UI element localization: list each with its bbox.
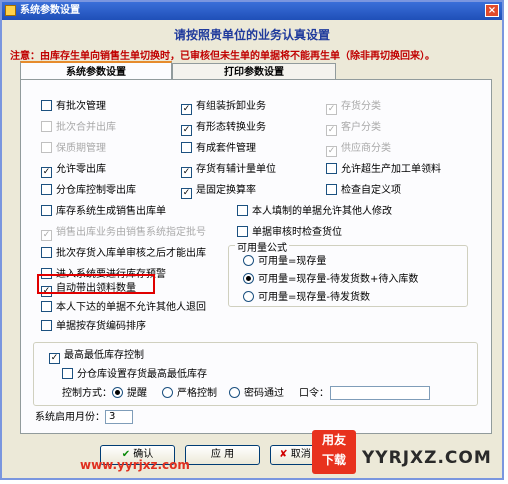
option-check-location[interactable]: 单据审核时检查货位: [237, 226, 342, 239]
close-icon[interactable]: ×: [485, 4, 499, 17]
tab-print-params[interactable]: 打印参数设置: [172, 63, 336, 80]
option-batch-merge-out[interactable]: 批次合并出库: [41, 121, 116, 134]
checkbox[interactable]: ✓: [326, 104, 337, 115]
enable-month-input[interactable]: 3: [105, 410, 133, 424]
settings-panel: 有批次管理 批次合并出库 保质期管理 ✓ 允许零出库 分仓库控制零出库 库存系统生…: [20, 79, 492, 434]
option-form-convert[interactable]: ✓ 有形态转换业务: [181, 121, 266, 136]
option-kit-mgmt[interactable]: 有成套件管理: [181, 142, 256, 155]
checkbox[interactable]: [41, 247, 52, 258]
apply-button[interactable]: 应 用: [185, 445, 260, 465]
checkbox[interactable]: ✓: [181, 104, 192, 115]
radio[interactable]: [243, 273, 254, 284]
option-partition-zero-out[interactable]: 分仓库控制零出库: [41, 184, 136, 197]
option-partition-max-min[interactable]: 分仓库设置存货最高最低库存: [62, 368, 207, 381]
window-title: 系统参数设置: [20, 5, 80, 16]
stock-control-group: ✓ 最高最低库存控制 分仓库设置存货最高最低库存 控制方式： 提醒 严格控制 密码…: [33, 342, 478, 406]
checkbox[interactable]: [62, 368, 73, 379]
notice-text: 注意：由库存生单向销售生单切换时，已审核但未生单的单据将不能再生单（除非再切换回…: [10, 51, 435, 62]
watermark-brand: YYRJXZ.COM: [362, 448, 492, 468]
control-mode-label: 控制方式：: [62, 388, 112, 399]
page-heading: 请按照贵单位的业务认真设置: [173, 28, 330, 42]
checkbox[interactable]: [41, 205, 52, 216]
formula-option-1[interactable]: 可用量=现存量: [243, 255, 326, 268]
tab-system-params[interactable]: 系统参数设置: [20, 61, 172, 80]
checkbox[interactable]: [41, 142, 52, 153]
password-label: 口令：: [299, 388, 329, 399]
checkbox[interactable]: ✓: [181, 188, 192, 199]
radio[interactable]: [243, 255, 254, 266]
cross-icon: ✘: [279, 449, 288, 460]
checkbox[interactable]: [41, 184, 52, 195]
option-assembly[interactable]: ✓ 有组装拆卸业务: [181, 100, 266, 115]
app-icon: [5, 5, 16, 16]
formula-option-3[interactable]: 可用量=现存量-待发货数: [243, 291, 370, 304]
option-check-custom-items[interactable]: 检查自定义项: [326, 184, 401, 197]
option-max-min-stock[interactable]: ✓ 最高最低库存控制: [49, 349, 144, 364]
checkbox[interactable]: ✓: [181, 167, 192, 178]
option-customer-class[interactable]: ✓ 客户分类: [326, 121, 381, 136]
checkbox[interactable]: ✓: [181, 125, 192, 136]
radio[interactable]: [162, 387, 173, 398]
title-bar: 系统参数设置 ×: [2, 2, 502, 20]
checkbox[interactable]: ✓: [41, 167, 52, 178]
available-formula-group: 可用量公式 可用量=现存量 可用量=现存量-待发货数+待入库数 可用量=现存量-…: [228, 239, 468, 307]
checkbox[interactable]: [237, 226, 248, 237]
checkbox[interactable]: [326, 163, 337, 174]
option-shelf-life[interactable]: 保质期管理: [41, 142, 106, 155]
password-input[interactable]: [330, 386, 430, 400]
enable-month-label: 系统启用月份：: [35, 412, 105, 423]
system-settings-window: 系统参数设置 × 请按照贵单位的业务认真设置 注意：由库存生单向销售生单切换时，…: [0, 0, 504, 480]
mode-strict[interactable]: 严格控制: [162, 387, 217, 400]
checkbox[interactable]: [41, 301, 52, 312]
watermark-logo: 用友 下载: [312, 430, 356, 474]
checkbox[interactable]: [41, 320, 52, 331]
checkbox[interactable]: [237, 205, 248, 216]
checkbox[interactable]: ✓: [49, 353, 60, 364]
radio[interactable]: [112, 387, 123, 398]
option-aux-unit[interactable]: ✓ 存货有辅计量单位: [181, 163, 276, 178]
checkbox[interactable]: [41, 100, 52, 111]
checkbox[interactable]: ✓: [326, 146, 337, 157]
option-stock-gen-sales-out[interactable]: 库存系统生成销售出库单: [41, 205, 166, 218]
mode-remind[interactable]: 提醒: [112, 387, 147, 400]
option-allow-zero-out[interactable]: ✓ 允许零出库: [41, 163, 106, 178]
option-no-others-modify[interactable]: 本人填制的单据允许其他人修改: [237, 205, 392, 218]
option-no-others-reject[interactable]: 本人下达的单据不允许其他人退回: [41, 301, 206, 314]
option-supplier-class[interactable]: ✓ 供应商分类: [326, 142, 391, 157]
checkbox[interactable]: ✓: [41, 230, 52, 241]
option-inventory-class[interactable]: ✓ 存货分类: [326, 100, 381, 115]
checkbox[interactable]: ✓: [326, 125, 337, 136]
radio[interactable]: [229, 387, 240, 398]
option-sales-out-batch[interactable]: ✓ 销售出库业务由销售系统指定批号: [41, 226, 206, 241]
option-over-production[interactable]: 允许超生产加工单领料: [326, 163, 441, 176]
checkbox[interactable]: [181, 142, 192, 153]
radio[interactable]: [243, 291, 254, 302]
checkbox[interactable]: [326, 184, 337, 195]
option-fixed-rate[interactable]: ✓ 是固定换算率: [181, 184, 256, 199]
formula-option-2[interactable]: 可用量=现存量-待发货数+待入库数: [243, 273, 418, 286]
option-batch-in-audit[interactable]: 批次存货入库单审核之后才能出库: [41, 247, 206, 260]
watermark-site: www.yyrjxz.com: [80, 458, 190, 472]
available-formula-label: 可用量公式: [235, 239, 289, 254]
option-sort-by-code[interactable]: 单据按存货编码排序: [41, 320, 146, 333]
highlight-box: [37, 274, 155, 294]
mode-password[interactable]: 密码通过: [229, 387, 284, 400]
option-batch-mgmt[interactable]: 有批次管理: [41, 100, 106, 113]
checkbox[interactable]: [41, 121, 52, 132]
